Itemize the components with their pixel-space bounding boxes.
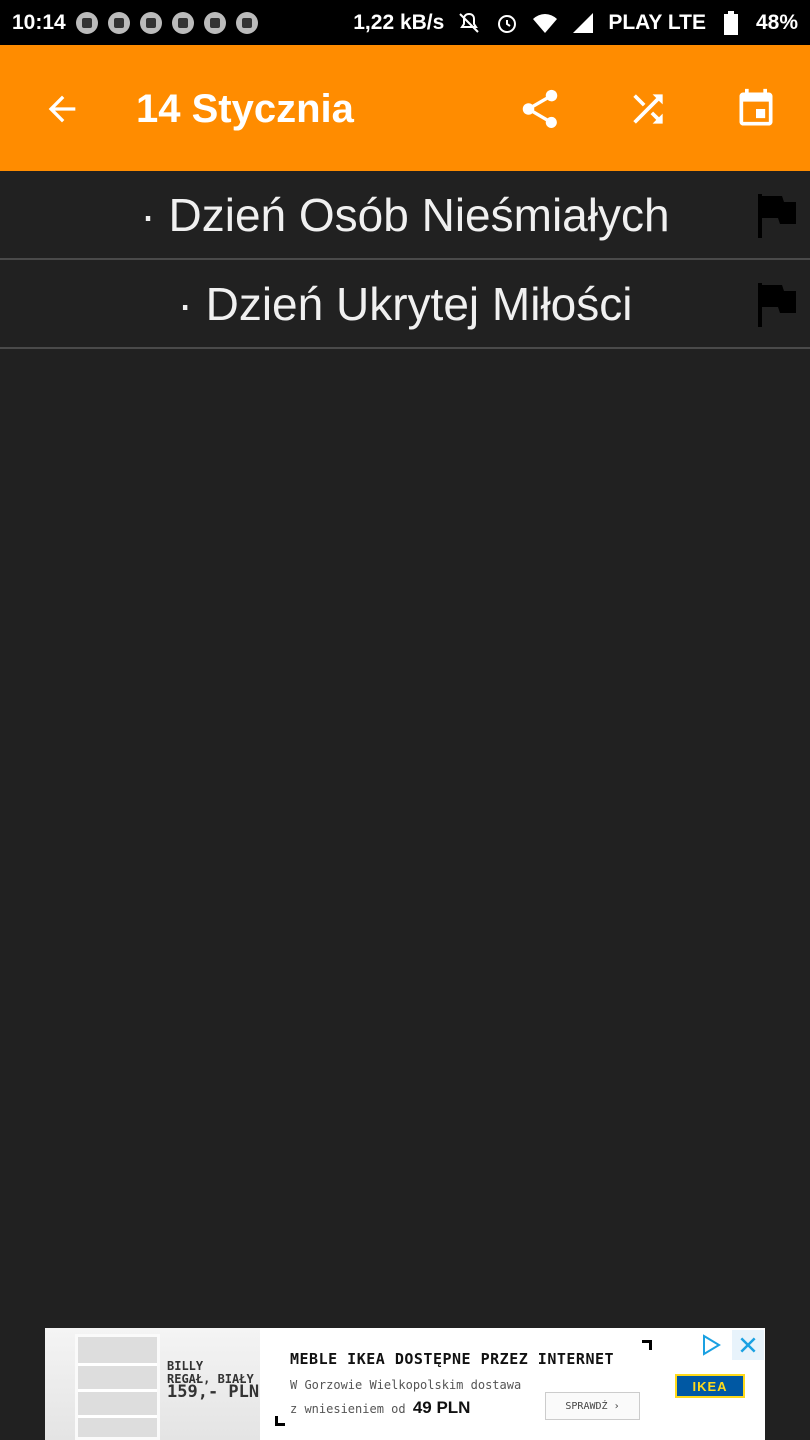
ad-headline: MEBLE IKEA DOSTĘPNE PRZEZ INTERNET (290, 1350, 615, 1368)
ad-choices-icon (703, 1334, 721, 1356)
share-button[interactable] (512, 81, 568, 137)
holiday-list: · Dzień Osób Nieśmiałych · Dzień Ukrytej… (0, 171, 810, 349)
ad-price-block: BILLY REGAŁ, BIAŁY 159,- PLN (167, 1360, 260, 1402)
ad-cta-button[interactable]: SPRAWDŹ › (545, 1392, 640, 1420)
ad-line1: W Gorzowie Wielkopolskim dostawa (290, 1378, 522, 1392)
shuffle-button[interactable] (620, 81, 676, 137)
calendar-icon (739, 88, 773, 126)
ad-line2: z wniesieniem od 49 PLN (290, 1398, 470, 1418)
app-bar: 14 Stycznia (0, 45, 810, 171)
bookshelf-image (75, 1334, 160, 1440)
notification-icon (171, 11, 194, 34)
ad-price: 159,- PLN (167, 1382, 260, 1402)
page-title: 14 Stycznia (136, 87, 354, 131)
share-icon (522, 89, 558, 128)
holiday-label: · Dzień Ukrytej Miłości (177, 277, 633, 330)
ad-line2-amount: 49 PLN (412, 1398, 471, 1417)
back-button[interactable] (36, 83, 88, 135)
battery-level: 48% (755, 10, 798, 34)
notification-icon (75, 11, 98, 34)
ad-brand-logo: IKEA (675, 1374, 745, 1398)
notification-icon (203, 11, 226, 34)
carrier-name: PLAY LTE (608, 10, 706, 34)
battery-icon (718, 10, 744, 36)
ad-choices-button[interactable] (695, 1330, 727, 1360)
list-item[interactable]: · Dzień Ukrytej Miłości (0, 260, 810, 349)
signal-icon (570, 10, 596, 36)
notification-icon (235, 11, 258, 34)
silent-icon (456, 10, 482, 36)
ad-corner (642, 1340, 652, 1350)
ad-close-button[interactable] (732, 1330, 764, 1360)
notification-icon (107, 11, 130, 34)
arrow-back-icon (48, 95, 76, 123)
wifi-icon (532, 10, 558, 36)
flag-icon[interactable] (752, 280, 800, 330)
ad-corner (275, 1416, 285, 1426)
ad-image: BILLY REGAŁ, BIAŁY 159,- PLN (45, 1328, 260, 1440)
ad-cta-label: SPRAWDŹ (565, 1400, 608, 1412)
status-time: 10:14 (12, 10, 66, 34)
close-icon (740, 1337, 756, 1353)
shuffle-icon (633, 94, 663, 124)
status-bar: 10:14 1,22 kB/s PLAY LTE 48% (0, 0, 810, 45)
holiday-label: · Dzień Osób Nieśmiałych (140, 188, 670, 241)
ad-banner[interactable]: BILLY REGAŁ, BIAŁY 159,- PLN MEBLE IKEA … (45, 1328, 765, 1440)
notification-icon (139, 11, 162, 34)
calendar-button[interactable] (728, 81, 784, 137)
network-speed: 1,22 kB/s (353, 10, 445, 34)
list-item[interactable]: · Dzień Osób Nieśmiałych (0, 171, 810, 260)
ad-line2-prefix: z wniesieniem od (290, 1402, 406, 1416)
flag-icon[interactable] (752, 191, 800, 241)
alarm-icon (494, 10, 520, 36)
